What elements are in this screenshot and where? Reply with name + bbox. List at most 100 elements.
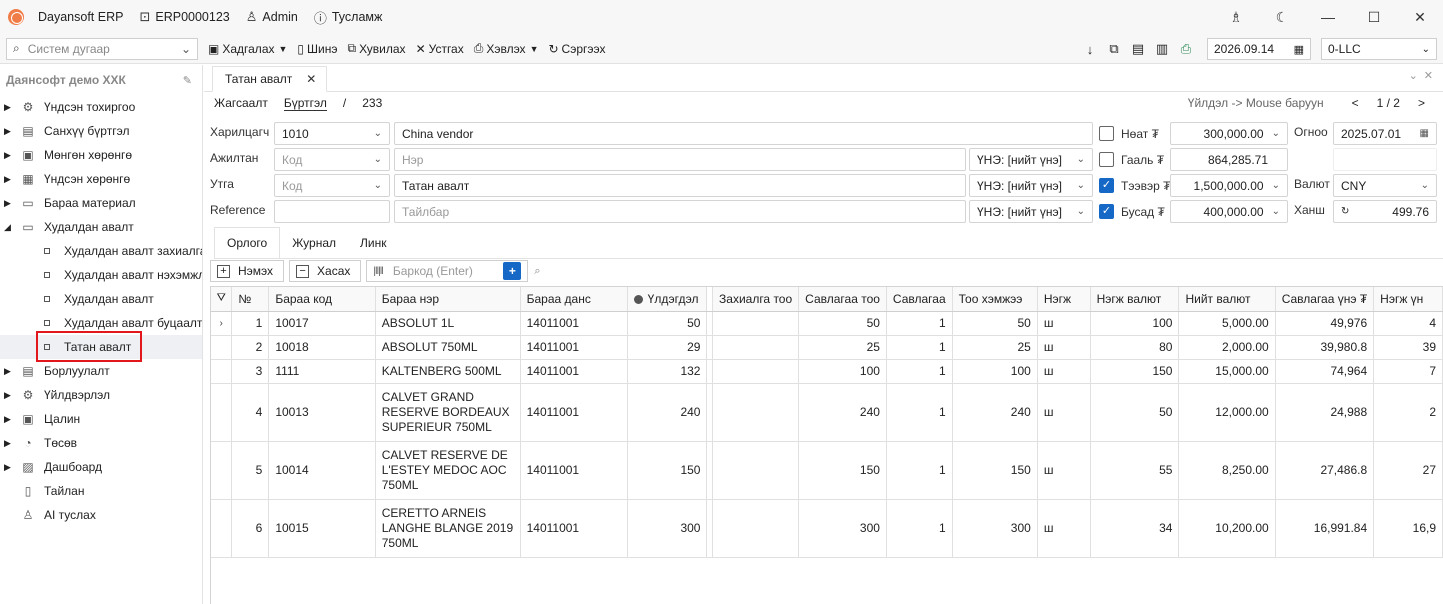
transport-checkbox[interactable]: ✓ — [1099, 178, 1114, 193]
cell-total-currency[interactable]: 5,000.00 — [1178, 311, 1276, 336]
cell-order-qty[interactable] — [712, 383, 800, 442]
price-type-select-3[interactable]: ҮНЭ: [нийт үнэ] ⌄ — [969, 200, 1093, 223]
sidebar-item-fixed-assets[interactable]: ▶ ▦ Үндсэн хөрөнгө — [0, 167, 202, 191]
cell-total-currency[interactable]: 15,000.00 — [1178, 359, 1276, 384]
tab-overflow-icon[interactable]: ⌄✕ — [1409, 69, 1439, 82]
tab-journal[interactable]: Журнал — [280, 227, 348, 258]
cell-unit[interactable]: ш — [1037, 383, 1091, 442]
table-row[interactable]: 4 10013 CALVET GRAND RESERVE BORDEAUX SUPE… — [211, 383, 1443, 442]
date-picker[interactable]: 2025.07.01 ▦ — [1333, 122, 1437, 145]
cell-unit[interactable]: ш — [1037, 359, 1091, 384]
remove-row-button[interactable]: − Хасах — [289, 260, 362, 282]
cell-order-qty[interactable] — [712, 441, 800, 500]
rate-field[interactable]: ↻ 499.76 — [1333, 200, 1437, 223]
prev-record-button[interactable]: < — [1352, 96, 1359, 110]
search-icon[interactable]: ⌕ — [534, 265, 540, 278]
add-row-button[interactable]: + Нэмэх — [210, 260, 285, 282]
maximize-button[interactable]: ☐ — [1351, 9, 1397, 26]
cell-qty[interactable]: 240 — [952, 383, 1038, 442]
cell-unit-price[interactable]: 16,9 — [1373, 499, 1443, 558]
other-checkbox[interactable]: ✓ — [1099, 204, 1114, 219]
sidebar-item-ai-assistant[interactable]: ♙ AI туслах — [0, 503, 202, 527]
table-row[interactable]: 6 10015 CERETTO ARNEIS LANGHE BLANGE 2019 … — [211, 499, 1443, 558]
cell-total-currency[interactable]: 2,000.00 — [1178, 335, 1276, 360]
sidebar-item-dashboard[interactable]: ▶ ▨ Дашбоард — [0, 455, 202, 479]
cell-item-name[interactable]: ABSOLUT 750ML — [375, 335, 521, 360]
refresh-button[interactable]: ↻ Сэргээх — [548, 42, 605, 56]
cell-unit-price[interactable]: 7 — [1373, 359, 1443, 384]
cell-item-account[interactable]: 14011001 — [520, 499, 628, 558]
work-date-picker[interactable]: 2026.09.14 ▦ — [1207, 38, 1311, 60]
sidebar-item-budget[interactable]: ▶ ◔ Төсөв — [0, 431, 202, 455]
delete-button[interactable]: ✕ Устгах — [416, 42, 464, 56]
sidebar-sub-purchase-invoice[interactable]: Худалдан авалт нэхэмжлэх — [0, 263, 202, 287]
cell-qty[interactable]: 150 — [952, 441, 1038, 500]
copy-doc-icon[interactable]: ⧉ — [1103, 41, 1125, 57]
collapse-arrow-icon[interactable]: ◢ — [4, 222, 14, 233]
cell-pack[interactable]: 1 — [886, 311, 953, 336]
cell-pack-qty[interactable]: 25 — [798, 335, 887, 360]
tab-link[interactable]: Линк — [348, 227, 398, 258]
cell-total-currency[interactable]: 12,000.00 — [1178, 383, 1276, 442]
employee-code-select[interactable]: Код ⌄ — [274, 148, 390, 171]
system-search-input[interactable]: ⌕ Систем дугаар ⌄ — [6, 37, 198, 60]
customer-name-field[interactable]: China vendor — [394, 122, 1093, 145]
cell-total-currency[interactable]: 10,200.00 — [1178, 499, 1276, 558]
row-selector[interactable] — [211, 335, 233, 360]
save-button[interactable]: ▣ Хадгалах ▼ — [208, 42, 287, 56]
expand-arrow-icon[interactable]: ▶ — [4, 126, 14, 137]
vat-checkbox[interactable] — [1099, 126, 1114, 141]
customer-code-select[interactable]: 1010 ⌄ — [274, 122, 390, 145]
cell-unit-price[interactable]: 27 — [1373, 441, 1443, 500]
expand-arrow-icon[interactable]: ▶ — [4, 438, 14, 449]
cell-order-qty[interactable] — [712, 311, 800, 336]
col-pack-qty[interactable]: Савлагаа тоо — [798, 287, 887, 312]
cell-pack[interactable]: 1 — [886, 359, 953, 384]
close-window-button[interactable]: ✕ — [1397, 9, 1443, 26]
col-unit-price[interactable]: Нэгж үн — [1373, 287, 1443, 312]
col-item-account[interactable]: Бараа данс — [520, 287, 628, 312]
cell-unit-currency[interactable]: 80 — [1090, 335, 1180, 360]
row-selector[interactable] — [211, 499, 233, 558]
cell-order-qty[interactable] — [712, 499, 800, 558]
cell-unit-currency[interactable]: 55 — [1090, 441, 1180, 500]
help-menu[interactable]: ⓘ Тусламж — [314, 8, 383, 27]
tab-income[interactable]: Орлого — [214, 227, 281, 258]
expand-arrow-icon[interactable]: ▶ — [4, 102, 14, 113]
cell-pack-price[interactable]: 74,964 — [1275, 359, 1375, 384]
expand-arrow-icon[interactable]: ▶ — [4, 414, 14, 425]
cell-pack[interactable]: 1 — [886, 335, 953, 360]
cell-pack-qty[interactable]: 50 — [798, 311, 887, 336]
cell-pack-price[interactable]: 27,486.8 — [1275, 441, 1375, 500]
col-item-code[interactable]: Бараа код — [268, 287, 376, 312]
cell-unit-currency[interactable]: 34 — [1090, 499, 1180, 558]
cell-order-qty[interactable] — [712, 359, 800, 384]
cell-unit[interactable]: ш — [1037, 499, 1091, 558]
cell-unit[interactable]: ш — [1037, 441, 1091, 500]
line-code-select[interactable]: Код ⌄ — [274, 174, 390, 197]
cell-item-code[interactable]: 1111 — [268, 359, 376, 384]
clipboard-icon[interactable]: ▤ — [1127, 41, 1149, 57]
col-unit[interactable]: Нэгж — [1037, 287, 1091, 312]
barcode-input[interactable]: |‖|‖ Баркод (Enter) + — [366, 260, 529, 282]
cell-item-account[interactable]: 14011001 — [520, 335, 628, 360]
download-icon[interactable]: ↓ — [1079, 42, 1101, 57]
price-type-select-1[interactable]: ҮНЭ: [нийт үнэ] ⌄ — [969, 148, 1093, 171]
cell-qty[interactable]: 25 — [952, 335, 1038, 360]
sidebar-item-cash[interactable]: ▶ ▣ Мөнгөн хөрөнгө — [0, 143, 202, 167]
customs-checkbox[interactable] — [1099, 152, 1114, 167]
cell-unit-currency[interactable]: 150 — [1090, 359, 1180, 384]
table-row[interactable]: 3 1111 KALTENBERG 500ML 14011001 132 100 1 100 ш… — [211, 359, 1443, 384]
cell-pack[interactable]: 1 — [886, 441, 953, 500]
cell-item-name[interactable]: CALVET RESERVE DE L'ESTEY MEDOC AOC 750M… — [375, 441, 521, 500]
note-field[interactable]: Тайлбар — [394, 200, 966, 223]
expand-arrow-icon[interactable]: ▶ — [4, 366, 14, 377]
cell-pack-qty[interactable]: 150 — [798, 441, 887, 500]
sidebar-item-inventory[interactable]: ▶ ▭ Бараа материал — [0, 191, 202, 215]
table-row[interactable]: 5 10014 CALVET RESERVE DE L'ESTEY MEDOC AO… — [211, 441, 1443, 500]
row-selector[interactable] — [211, 359, 233, 384]
cell-pack-qty[interactable]: 300 — [798, 499, 887, 558]
cell-item-account[interactable]: 14011001 — [520, 311, 628, 336]
expand-arrow-icon[interactable]: ▶ — [4, 150, 14, 161]
database-selector[interactable]: ⊡ ERP0000123 — [139, 9, 229, 25]
